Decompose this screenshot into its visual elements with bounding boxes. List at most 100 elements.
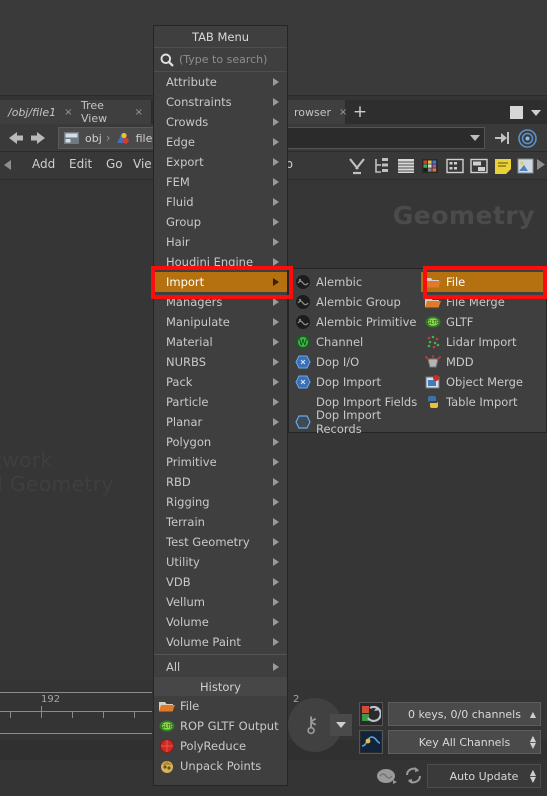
key-options-button[interactable]: [330, 714, 352, 736]
forward-arrow-icon[interactable]: [28, 129, 48, 147]
tab-menu-item-nurbs[interactable]: NURBS: [154, 352, 287, 372]
tab-menu-item-constraints[interactable]: Constraints: [154, 92, 287, 112]
import-item-alembic[interactable]: Alembic: [291, 272, 419, 292]
tab-menu-item-group[interactable]: Group: [154, 212, 287, 232]
import-item-label: Lidar Import: [446, 335, 517, 349]
layout-icon[interactable]: [470, 157, 488, 175]
import-item-lidar-import[interactable]: Lidar Import: [421, 332, 547, 352]
tab-menu-item-edge[interactable]: Edge: [154, 132, 287, 152]
chevron-down-icon[interactable]: [470, 135, 480, 141]
tree-icon[interactable]: [373, 157, 391, 175]
collapse-triangle-icon[interactable]: [4, 160, 12, 170]
spinner-icons[interactable]: ▲ ▼: [530, 735, 536, 750]
tab-browser[interactable]: rowser ×: [286, 100, 347, 124]
tab-menu-item-volume-paint[interactable]: Volume Paint: [154, 632, 287, 652]
tab-menu-item-polygon[interactable]: Polygon: [154, 432, 287, 452]
import-item-dop-i-o[interactable]: Dop I/O: [291, 352, 419, 372]
import-item-gltf[interactable]: GLTF GLTF: [421, 312, 547, 332]
tab-menu-item-terrain[interactable]: Terrain: [154, 512, 287, 532]
tools-icon[interactable]: [348, 157, 366, 175]
import-item-mdd[interactable]: MDD: [421, 352, 547, 372]
chevron-down-icon[interactable]: [531, 104, 547, 120]
tab-menu-item-pack[interactable]: Pack: [154, 372, 287, 392]
import-item-dop-import[interactable]: Dop Import: [291, 372, 419, 392]
tab-tree-view[interactable]: Tree View ×: [73, 99, 152, 125]
search-input[interactable]: (Type to search): [179, 53, 267, 66]
tab-menu-item-utility[interactable]: Utility: [154, 552, 287, 572]
import-item-channel[interactable]: W Channel: [291, 332, 419, 352]
import-item-dop-import-records[interactable]: Dop Import Records: [291, 408, 419, 436]
tab-menu-item-material[interactable]: Material: [154, 332, 287, 352]
menu-add[interactable]: Add: [32, 157, 55, 171]
menu-view[interactable]: Vie: [133, 157, 152, 171]
tab-menu-item-primitive[interactable]: Primitive: [154, 452, 287, 472]
tab-menu-item-managers[interactable]: Managers: [154, 292, 287, 312]
cook-icon[interactable]: [376, 767, 398, 785]
menu-edit[interactable]: Edit: [69, 157, 92, 171]
tab-menu-item-export[interactable]: Export: [154, 152, 287, 172]
tab-menu-item-manipulate[interactable]: Manipulate: [154, 312, 287, 332]
breadcrumb-file[interactable]: file: [136, 132, 153, 145]
tab-menu-item-all[interactable]: All: [154, 657, 287, 677]
target-icon[interactable]: [518, 129, 537, 148]
import-item-table-import[interactable]: Table Import: [421, 392, 547, 412]
tab-menu-item-particle[interactable]: Particle: [154, 392, 287, 412]
menu-item-label: Fluid: [166, 195, 194, 209]
spinner-up-icon[interactable]: ▲: [530, 710, 536, 718]
menu-go[interactable]: Go: [106, 157, 123, 171]
maximize-icon[interactable]: [510, 104, 526, 120]
refresh-icon[interactable]: [404, 766, 423, 785]
close-icon[interactable]: ×: [135, 107, 143, 118]
tab-menu-item-fem[interactable]: FEM: [154, 172, 287, 192]
auto-update-field[interactable]: Auto Update ▲ ▼: [427, 764, 541, 788]
key-all-channels-button[interactable]: [359, 730, 383, 754]
tab-menu-item-rbd[interactable]: RBD: [154, 472, 287, 492]
import-item-file-merge[interactable]: File Merge: [421, 292, 547, 312]
tab-menu-item-houdini-engine[interactable]: Houdini Engine: [154, 252, 287, 272]
channels-mode-field[interactable]: Key All Channels ▲ ▼: [388, 730, 541, 754]
tab-menu-item-rigging[interactable]: Rigging: [154, 492, 287, 512]
object-merge-icon: [425, 374, 441, 390]
dop-outline-icon: [295, 414, 311, 430]
image-icon[interactable]: [517, 157, 535, 175]
tab-menu-item-vellum[interactable]: Vellum: [154, 592, 287, 612]
tab-menu-item-volume[interactable]: Volume: [154, 612, 287, 632]
import-submenu[interactable]: Alembic Alembic Group Alembic Primitive W Ch…: [288, 268, 547, 436]
import-item-alembic-primitive[interactable]: Alembic Primitive: [291, 312, 419, 332]
tab-menu-item-attribute[interactable]: Attribute: [154, 72, 287, 92]
history-item-file[interactable]: File: [154, 696, 287, 716]
tab-menu-item-planar[interactable]: Planar: [154, 412, 287, 432]
close-icon[interactable]: ×: [64, 107, 72, 118]
list-icon[interactable]: [397, 157, 415, 175]
channel-color-button[interactable]: [359, 702, 383, 726]
breadcrumb[interactable]: obj › file: [58, 127, 159, 149]
spinner-icons[interactable]: ▲ ▼: [530, 769, 536, 784]
tab-menu-item-vdb[interactable]: VDB: [154, 572, 287, 592]
tab-menu-item-import[interactable]: Import: [154, 272, 287, 292]
history-item-polyreduce[interactable]: PolyReduce: [154, 736, 287, 756]
keys-channels-field[interactable]: 0 keys, 0/0 channels ▲: [388, 702, 541, 726]
tab-menu-item-hair[interactable]: Hair: [154, 232, 287, 252]
play-icon[interactable]: [536, 159, 547, 177]
import-item-label: Alembic Group: [316, 295, 401, 309]
snapshot-icon[interactable]: [446, 157, 464, 175]
import-item-file[interactable]: File: [421, 272, 547, 292]
history-item-rop-gltf-output[interactable]: GLTF ROP GLTF Output: [154, 716, 287, 736]
chevron-right-icon: [273, 218, 279, 226]
pin-icon[interactable]: [494, 130, 512, 146]
history-item-unpack-points[interactable]: Unpack Points: [154, 756, 287, 776]
color-grid-icon[interactable]: [421, 157, 439, 175]
import-item-alembic-group[interactable]: Alembic Group: [291, 292, 419, 312]
breadcrumb-obj[interactable]: obj: [85, 132, 102, 145]
tab-menu-search-row[interactable]: (Type to search): [154, 48, 287, 72]
tab-menu-item-fluid[interactable]: Fluid: [154, 192, 287, 212]
notes-icon[interactable]: [494, 157, 512, 175]
back-arrow-icon[interactable]: [6, 129, 26, 147]
tab-menu-item-crowds[interactable]: Crowds: [154, 112, 287, 132]
tab-menu-item-test-geometry[interactable]: Test Geometry: [154, 532, 287, 552]
add-tab-button[interactable]: +: [347, 100, 373, 124]
import-item-object-merge[interactable]: Object Merge: [421, 372, 547, 392]
menu-item-label: All: [166, 660, 181, 674]
tab-menu[interactable]: TAB Menu (Type to search) Attribute Const…: [153, 25, 288, 786]
menu-item-label: Utility: [166, 555, 200, 569]
